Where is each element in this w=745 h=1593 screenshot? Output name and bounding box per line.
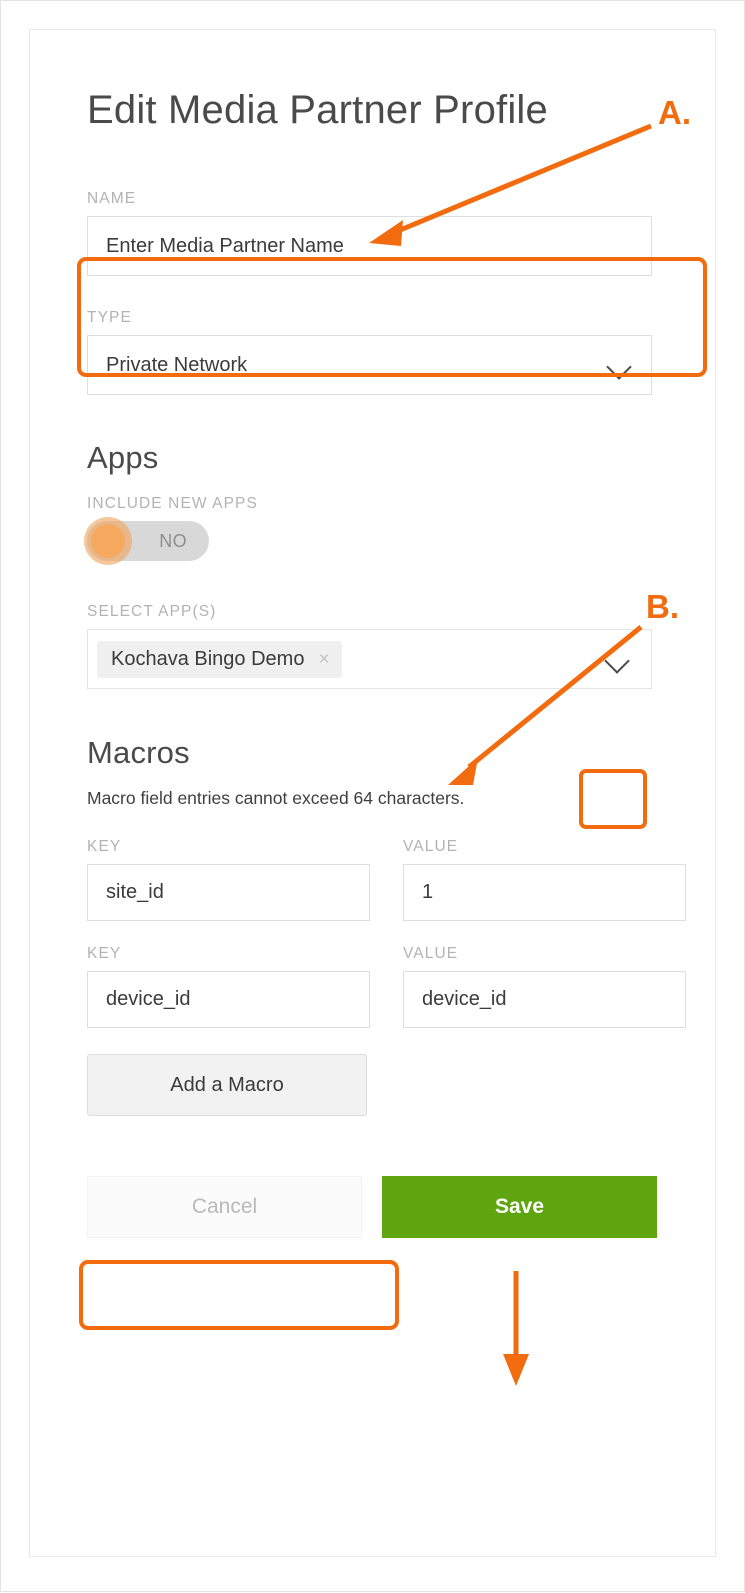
select-apps-label: SELECT APP(S) xyxy=(87,603,217,620)
macro-value-label: VALUE xyxy=(403,838,459,855)
form-actions: Cancel Save xyxy=(87,1176,687,1238)
macro-value-group: VALUE device_id xyxy=(403,945,686,1028)
macros-helper-text: Macro field entries cannot exceed 64 cha… xyxy=(87,788,465,808)
page-title: Edit Media Partner Profile xyxy=(87,88,548,132)
chevron-down-icon[interactable] xyxy=(605,652,631,667)
macro-key-value: device_id xyxy=(106,988,191,1010)
close-icon[interactable]: × xyxy=(318,650,329,669)
include-new-apps-group: INCLUDE NEW APPS NO xyxy=(84,495,687,565)
type-label: TYPE xyxy=(87,309,132,326)
chevron-down-icon xyxy=(607,358,633,373)
macro-row: KEY site_id VALUE 1 xyxy=(87,838,687,921)
apps-section: Apps INCLUDE NEW APPS NO SELECT APP(S) K… xyxy=(84,440,687,689)
macro-row: KEY device_id VALUE device_id xyxy=(87,945,687,1028)
macro-value-label: VALUE xyxy=(403,945,459,962)
type-select[interactable]: Private Network xyxy=(87,335,652,395)
name-input[interactable]: Enter Media Partner Name xyxy=(87,216,652,276)
macro-key-group: KEY site_id xyxy=(87,838,370,921)
select-apps-group: SELECT APP(S) Kochava Bingo Demo × xyxy=(87,603,687,689)
macro-key-value: site_id xyxy=(106,881,164,903)
app-chip-label: Kochava Bingo Demo xyxy=(111,647,305,670)
macro-key-label: KEY xyxy=(87,945,122,962)
name-field-group: NAME Enter Media Partner Name xyxy=(87,190,687,276)
select-apps-multiselect[interactable]: Kochava Bingo Demo × xyxy=(87,629,652,689)
macro-value-value: device_id xyxy=(422,988,507,1010)
save-button[interactable]: Save xyxy=(382,1176,657,1238)
type-select-value: Private Network xyxy=(106,353,248,376)
name-input-value: Enter Media Partner Name xyxy=(106,234,344,257)
macro-value-input[interactable]: 1 xyxy=(403,864,686,921)
cancel-button[interactable]: Cancel xyxy=(87,1176,362,1238)
name-label: NAME xyxy=(87,190,137,207)
add-a-macro-button[interactable]: Add a Macro xyxy=(87,1054,367,1116)
macro-value-value: 1 xyxy=(422,881,434,903)
macros-section: Macros Macro field entries cannot exceed… xyxy=(87,735,687,1116)
macro-value-input[interactable]: device_id xyxy=(403,971,686,1028)
type-field-group: TYPE Private Network xyxy=(87,309,687,395)
profile-form: Edit Media Partner Profile NAME Enter Me… xyxy=(84,80,687,1238)
macros-section-title: Macros xyxy=(87,735,190,770)
macro-key-group: KEY device_id xyxy=(87,945,370,1028)
page-frame: Edit Media Partner Profile NAME Enter Me… xyxy=(0,0,745,1592)
include-new-apps-label: INCLUDE NEW APPS xyxy=(87,495,258,512)
macro-key-label: KEY xyxy=(87,838,122,855)
include-new-apps-toggle[interactable]: NO xyxy=(84,517,209,565)
app-chip[interactable]: Kochava Bingo Demo × xyxy=(97,640,342,678)
horizontal-scrollbar-track[interactable] xyxy=(31,1556,716,1557)
edit-media-partner-profile-card: Edit Media Partner Profile NAME Enter Me… xyxy=(29,29,716,1557)
horizontal-scrollbar-thumb[interactable] xyxy=(31,1556,716,1557)
macro-key-input[interactable]: device_id xyxy=(87,971,370,1028)
toggle-state-text: NO xyxy=(159,530,187,551)
macro-value-group: VALUE 1 xyxy=(403,838,686,921)
macro-key-input[interactable]: site_id xyxy=(87,864,370,921)
apps-section-title: Apps xyxy=(87,440,159,475)
toggle-knob xyxy=(91,524,125,558)
